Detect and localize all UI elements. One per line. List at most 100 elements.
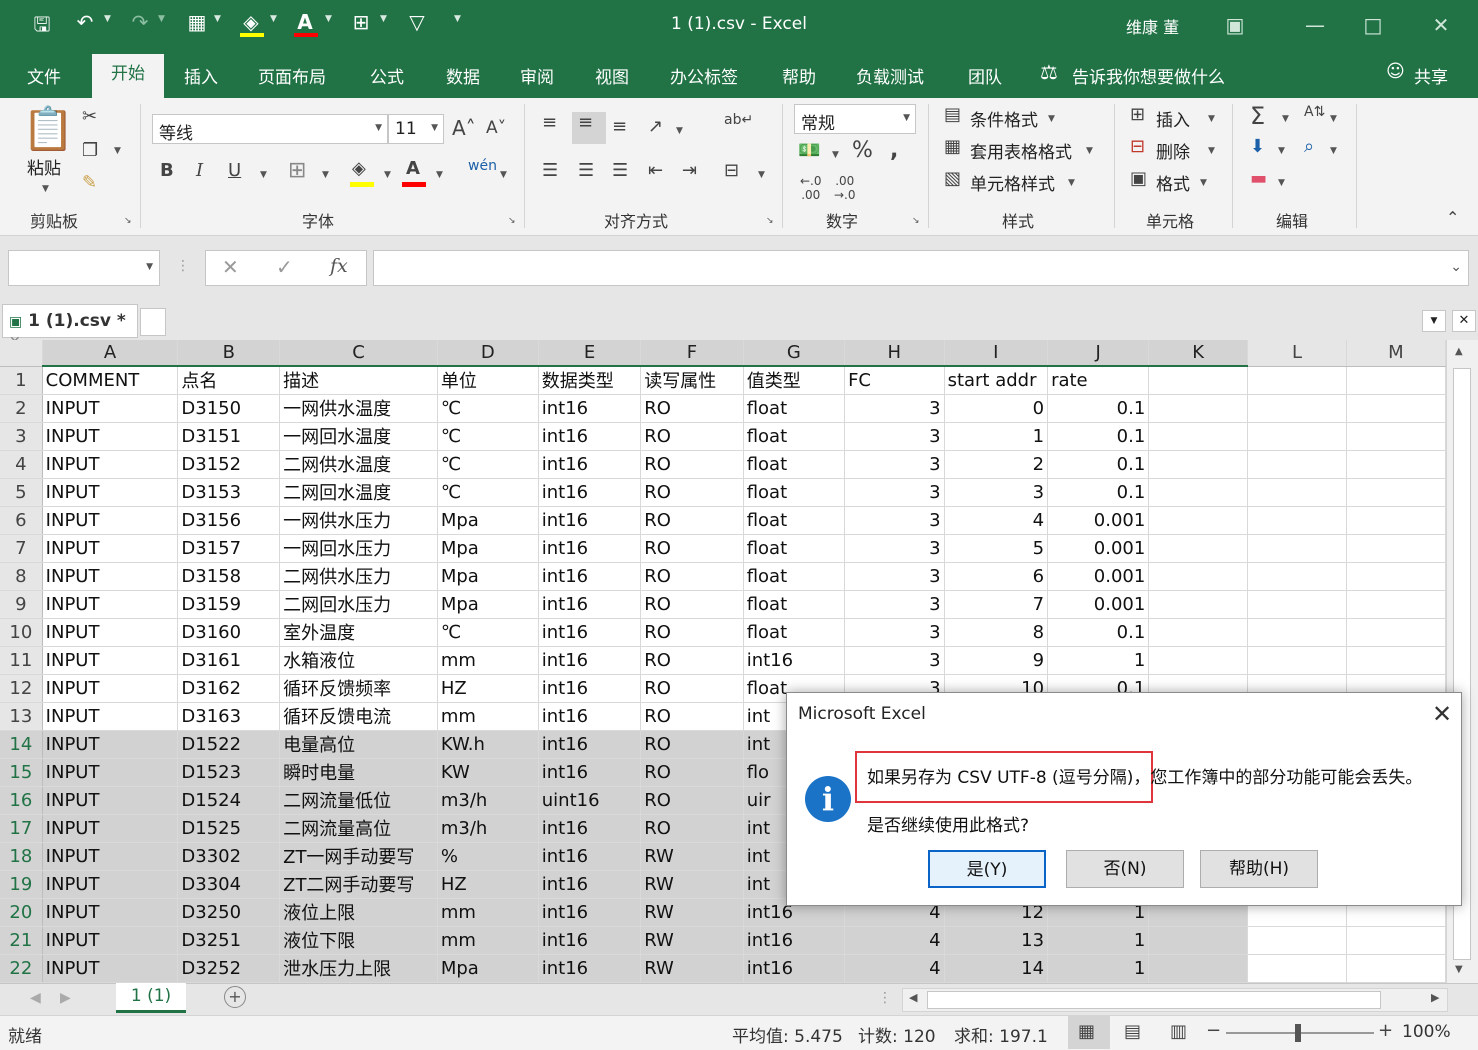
cell[interactable]: D3251 bbox=[177, 926, 281, 955]
orientation-dropdown-icon[interactable]: ▼ bbox=[676, 126, 683, 136]
cell[interactable]: int16 bbox=[538, 618, 642, 647]
minimize-icon[interactable]: — bbox=[1298, 8, 1332, 42]
row-header[interactable]: 19 bbox=[0, 870, 43, 899]
cell[interactable]: 1 bbox=[944, 422, 1049, 451]
cell[interactable] bbox=[1247, 366, 1347, 395]
cell[interactable]: int16 bbox=[538, 702, 642, 731]
cell[interactable]: D3153 bbox=[177, 478, 281, 507]
cell[interactable] bbox=[1346, 926, 1446, 955]
cell[interactable]: 4 bbox=[944, 506, 1049, 535]
cell-style-button[interactable]: 单元格样式 bbox=[970, 170, 1055, 195]
cell[interactable] bbox=[1148, 450, 1249, 479]
insert-cells-button[interactable]: 插入 bbox=[1156, 106, 1190, 131]
cell[interactable]: INPUT bbox=[42, 590, 179, 619]
cell[interactable]: 二网供水温度 bbox=[279, 450, 438, 479]
cell[interactable]: Mpa bbox=[437, 562, 539, 591]
cell[interactable]: INPUT bbox=[42, 394, 179, 423]
row-header[interactable]: 21 bbox=[0, 926, 43, 955]
cell-style-icon[interactable]: ▧ bbox=[944, 168, 961, 189]
cell[interactable]: mm bbox=[437, 898, 539, 927]
decrease-decimal-icon[interactable]: .00 →.0 bbox=[834, 174, 856, 202]
cell[interactable]: 0.001 bbox=[1047, 534, 1150, 563]
sort-filter-icon[interactable]: A⇅ bbox=[1304, 104, 1325, 120]
cell[interactable]: RW bbox=[640, 954, 744, 983]
cell[interactable] bbox=[1247, 562, 1347, 591]
cell[interactable]: 单位 bbox=[437, 366, 539, 395]
font-color-icon[interactable]: A bbox=[406, 158, 420, 179]
cell[interactable]: D3160 bbox=[177, 618, 281, 647]
cell[interactable]: ℃ bbox=[437, 394, 539, 423]
merge-center-icon[interactable]: ⊟ bbox=[724, 160, 739, 181]
cell[interactable]: float bbox=[743, 422, 846, 451]
cell[interactable] bbox=[1346, 590, 1446, 619]
fill-down-icon[interactable]: ⬇ bbox=[1250, 136, 1265, 157]
cell[interactable]: 循环反馈电流 bbox=[279, 702, 438, 731]
format-painter-icon[interactable]: ✎ bbox=[82, 172, 97, 193]
alignment-launcher-icon[interactable]: ↘ bbox=[766, 216, 774, 226]
row-header[interactable]: 3 bbox=[0, 422, 43, 451]
scroll-right-icon[interactable]: ▶ bbox=[1431, 991, 1439, 1004]
cell[interactable]: float bbox=[743, 478, 846, 507]
zoom-out-icon[interactable]: − bbox=[1206, 1020, 1221, 1041]
cell[interactable]: mm bbox=[437, 926, 539, 955]
column-header[interactable]: K bbox=[1148, 340, 1249, 367]
cell[interactable]: 二网流量低位 bbox=[279, 786, 438, 815]
cell[interactable]: int16 bbox=[538, 730, 642, 759]
cell[interactable]: 二网回水温度 bbox=[279, 478, 438, 507]
row-header[interactable]: 18 bbox=[0, 842, 43, 871]
wrap-text-icon[interactable]: ab↵ bbox=[724, 112, 753, 128]
sort-filter-dropdown-icon[interactable]: ▼ bbox=[1330, 114, 1337, 124]
cell[interactable]: 一网供水温度 bbox=[279, 394, 438, 423]
row-header[interactable]: 16 bbox=[0, 786, 43, 815]
align-bottom-icon[interactable]: ≡ bbox=[612, 116, 627, 137]
cell[interactable]: INPUT bbox=[42, 422, 179, 451]
phonetic-dropdown-icon[interactable]: ▼ bbox=[500, 170, 507, 180]
cell[interactable]: INPUT bbox=[42, 954, 179, 983]
cell[interactable]: FC bbox=[844, 366, 945, 395]
cell[interactable]: 0.001 bbox=[1047, 506, 1150, 535]
cell[interactable] bbox=[1346, 478, 1446, 507]
row-header[interactable]: 20 bbox=[0, 898, 43, 927]
column-header[interactable]: M bbox=[1346, 340, 1446, 367]
cell[interactable] bbox=[1346, 366, 1446, 395]
cell[interactable]: ZT二网手动要写 bbox=[279, 870, 438, 899]
cell[interactable] bbox=[1247, 618, 1347, 647]
format-cells-icon[interactable]: ▣ bbox=[1130, 168, 1147, 189]
cell[interactable]: Mpa bbox=[437, 590, 539, 619]
cell[interactable]: D3250 bbox=[177, 898, 281, 927]
cell[interactable] bbox=[1346, 422, 1446, 451]
cell[interactable] bbox=[1247, 646, 1347, 675]
cell[interactable] bbox=[1148, 926, 1249, 955]
cell[interactable]: float bbox=[743, 562, 846, 591]
share-button[interactable]: 共享 bbox=[1414, 63, 1448, 88]
conditional-format-button[interactable]: 条件格式 bbox=[970, 106, 1038, 131]
align-right-icon[interactable]: ☰ bbox=[612, 160, 628, 181]
maximize-icon[interactable]: □ bbox=[1356, 8, 1390, 42]
cell[interactable]: D3163 bbox=[177, 702, 281, 731]
cell[interactable]: int16 bbox=[743, 646, 846, 675]
tab-page-layout[interactable]: 页面布局 bbox=[258, 63, 326, 88]
column-header[interactable]: D bbox=[437, 340, 539, 367]
font-name-combo[interactable]: 等线 ▼ bbox=[152, 114, 388, 144]
cell[interactable]: INPUT bbox=[42, 786, 179, 815]
cell[interactable]: INPUT bbox=[42, 842, 179, 871]
cell[interactable]: RO bbox=[640, 450, 744, 479]
cell[interactable]: COMMENT bbox=[42, 366, 179, 395]
cell[interactable]: 1 bbox=[1047, 926, 1150, 955]
comma-style-icon[interactable]: , bbox=[890, 138, 898, 163]
cell[interactable]: int16 bbox=[538, 842, 642, 871]
cell[interactable]: INPUT bbox=[42, 618, 179, 647]
cell[interactable]: D3152 bbox=[177, 450, 281, 479]
number-format-combo[interactable]: 常规 ▼ bbox=[794, 104, 916, 134]
row-header[interactable]: 4 bbox=[0, 450, 43, 479]
font-size-combo[interactable]: 11 ▼ bbox=[388, 114, 444, 144]
underline-dropdown-icon[interactable]: ▼ bbox=[260, 170, 267, 180]
cell[interactable]: INPUT bbox=[42, 870, 179, 899]
paste-dropdown-icon[interactable]: ▼ bbox=[42, 184, 49, 194]
cell[interactable]: INPUT bbox=[42, 506, 179, 535]
dialog-close-icon[interactable]: ✕ bbox=[1425, 697, 1459, 731]
table-format-dropdown-icon[interactable]: ▼ bbox=[1086, 146, 1093, 156]
select-all-corner[interactable] bbox=[0, 340, 43, 367]
cell[interactable]: INPUT bbox=[42, 730, 179, 759]
tab-home[interactable]: 开始 bbox=[92, 54, 164, 98]
